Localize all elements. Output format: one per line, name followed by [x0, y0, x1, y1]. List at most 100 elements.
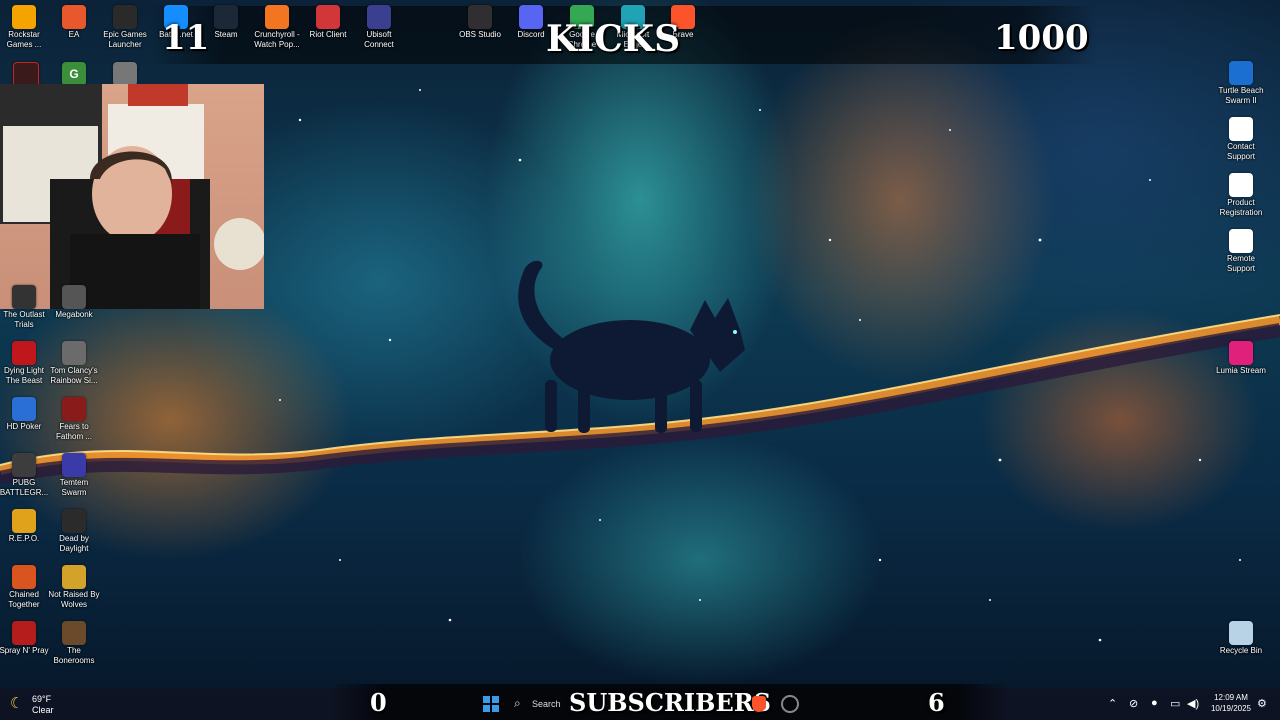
desktop-icon-label: Spray N' Pray: [0, 646, 49, 655]
desktop-icon-label: Remote Support: [1226, 254, 1256, 273]
weather-temp: 69°F: [32, 694, 52, 704]
microphone-icon[interactable]: ●: [1151, 697, 1158, 709]
notification-icon[interactable]: ⚙: [1257, 697, 1267, 710]
desktop-icon-label: Not Raised By Wolves: [48, 590, 100, 609]
desktop-icon-ubisoft[interactable]: Ubisoft Connect: [353, 5, 405, 50]
spray-icon: [12, 621, 36, 645]
desktop-icon-label: Lumia Stream: [1216, 366, 1266, 375]
subscribers-goal: 6: [928, 688, 945, 717]
desktop-icon-dying-light[interactable]: Dying Light The Beast: [0, 341, 50, 386]
desktop-icon-rainbow-six[interactable]: Tom Clancy's Rainbow Si...: [48, 341, 100, 386]
desktop-icon-hd-poker[interactable]: HD Poker: [0, 397, 50, 432]
desktop-icon-label: The Outlast Trials: [3, 310, 45, 329]
ubisoft-icon: [367, 5, 391, 29]
desktop-icon-label: Temtem Swarm: [59, 478, 89, 497]
desktop-icon-repo[interactable]: R.E.P.O.: [0, 509, 50, 544]
desktop-icon-wolves[interactable]: Not Raised By Wolves: [48, 565, 100, 610]
steam-icon: [781, 695, 799, 713]
desktop-icon-riot[interactable]: Riot Client: [302, 5, 354, 40]
desktop-icon-label: Recycle Bin: [1219, 646, 1263, 655]
windows-icon: [483, 696, 499, 712]
subscribers-count: 0: [370, 688, 387, 717]
weather-widget[interactable]: ☾ 69°F Clear: [10, 692, 70, 716]
desktop-icon-label: Dead by Daylight: [59, 534, 89, 553]
kicks-goal: 1000: [994, 18, 1089, 58]
hd-poker-icon: [12, 397, 36, 421]
remote-support-icon: [1229, 229, 1253, 253]
desktop-icon-obs[interactable]: OBS Studio: [454, 5, 506, 40]
desktop-icon-label: Product Registration: [1219, 198, 1263, 217]
desktop-icon-ea[interactable]: EA: [48, 5, 100, 40]
app-shortcut-icon: G: [62, 62, 86, 86]
desktop-icon-label: Tom Clancy's Rainbow Si...: [50, 366, 98, 385]
clock-date: 10/19/2025: [1210, 704, 1252, 713]
megabonk-icon: [62, 285, 86, 309]
outlast-icon: [12, 285, 36, 309]
app-shortcut-icon: [113, 62, 137, 86]
desktop-icon-temtem[interactable]: Temtem Swarm: [48, 453, 100, 498]
desktop-icon-spray[interactable]: Spray N' Pray: [0, 621, 50, 656]
desktop-icon-label: Epic Games Launcher: [103, 30, 147, 49]
desktop-icon-rockstar[interactable]: Rockstar Games ...: [0, 5, 50, 50]
start-button[interactable]: [482, 695, 500, 713]
desktop-icon-outlast[interactable]: The Outlast Trials: [0, 285, 50, 330]
weather-desc: Clear: [32, 705, 54, 715]
desktop-icon-label: Dying Light The Beast: [3, 366, 45, 385]
desktop-icon-megabonk[interactable]: Megabonk: [48, 285, 100, 320]
desktop-icon-label: Chained Together: [8, 590, 40, 609]
desktop-icon-label: R.E.P.O.: [8, 534, 40, 543]
kicks-title: KICKS: [546, 18, 681, 60]
desktop-icon-epic[interactable]: Epic Games Launcher: [99, 5, 151, 50]
display-icon[interactable]: ▭: [1170, 697, 1180, 710]
rockstar-icon: [12, 5, 36, 29]
product-registration-icon: [1229, 173, 1253, 197]
desktop-icon-bonerooms[interactable]: The Bonerooms: [48, 621, 100, 666]
lumia-icon: [1229, 341, 1253, 365]
turtle-beach-icon: [1229, 61, 1253, 85]
clock-time: 12:09 AM: [1214, 693, 1248, 702]
taskbar-brave-button[interactable]: [750, 695, 768, 713]
volume-icon[interactable]: ◀): [1187, 697, 1199, 710]
subscribers-title: SUBSCRIBERS: [569, 688, 772, 717]
ea-icon: [62, 5, 86, 29]
kicks-count: 11: [162, 18, 210, 58]
desktop-icon-chained[interactable]: Chained Together: [0, 565, 50, 610]
desktop-icon-contact-support[interactable]: Contact Support: [1215, 117, 1267, 162]
pubg-icon: [12, 453, 36, 477]
dbd-icon: [62, 509, 86, 533]
desktop-icon-label: Crunchyroll - Watch Pop...: [254, 30, 300, 49]
desktop-icon-label: Riot Client: [309, 30, 347, 39]
crunchyroll-icon: [265, 5, 289, 29]
desktop-icon-pubg[interactable]: PUBG BATTLEGR...: [0, 453, 50, 498]
bonerooms-icon: [62, 621, 86, 645]
desktop-icon-label: The Bonerooms: [53, 646, 95, 665]
desktop-icon-remote-support[interactable]: Remote Support: [1215, 229, 1267, 274]
desktop-icon-fears-to-fathom[interactable]: Fears to Fathom ...: [48, 397, 100, 442]
desktop-icon-label: Megabonk: [55, 310, 93, 319]
taskbar-steam-button[interactable]: [780, 695, 799, 713]
chevron-up-icon[interactable]: ⌃: [1108, 697, 1117, 710]
clock[interactable]: 12:09 AM 10/19/2025: [1208, 692, 1254, 718]
desktop-icon-label: Fears to Fathom ...: [55, 422, 92, 441]
chained-icon: [12, 565, 36, 589]
webcam-feed: [0, 84, 264, 309]
desktop-icon-turtle-beach[interactable]: Turtle Beach Swarm II: [1215, 61, 1267, 106]
desktop-icon-label: PUBG BATTLEGR...: [0, 478, 49, 497]
network-off-icon[interactable]: ⊘: [1129, 697, 1138, 710]
desktop-icon-label: Turtle Beach Swarm II: [1218, 86, 1264, 105]
repo-icon: [12, 509, 36, 533]
fears-to-fathom-icon: [62, 397, 86, 421]
discord-icon: [519, 5, 543, 29]
taskbar-search[interactable]: ⌕ Search: [510, 694, 570, 714]
desktop-icon-dbd[interactable]: Dead by Daylight: [48, 509, 100, 554]
desktop-icon-lumia[interactable]: Lumia Stream: [1215, 341, 1267, 376]
dying-light-icon: [12, 341, 36, 365]
desktop-icon-label: OBS Studio: [459, 30, 501, 39]
desktop-icon-label: HD Poker: [6, 422, 42, 431]
wolves-icon: [62, 565, 86, 589]
moon-icon: ☾: [10, 695, 24, 712]
desktop-icon-recycle-bin[interactable]: Recycle Bin: [1215, 621, 1267, 656]
recycle-bin-icon: [1229, 621, 1253, 645]
desktop-icon-product-registration[interactable]: Product Registration: [1215, 173, 1267, 218]
desktop-icon-crunchyroll[interactable]: Crunchyroll - Watch Pop...: [251, 5, 303, 50]
